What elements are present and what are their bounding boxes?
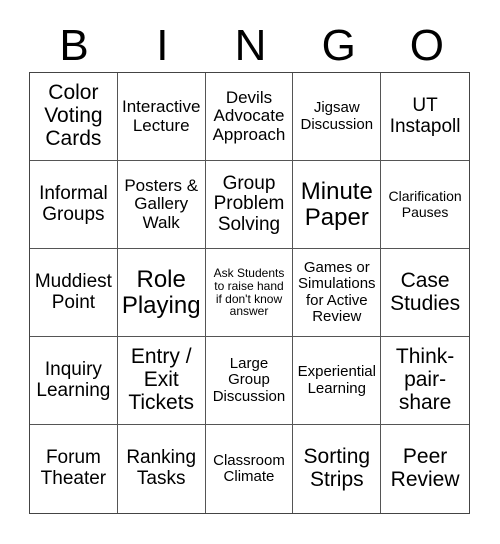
bingo-cell-text: Ask Students to raise hand if don't know… <box>213 265 285 319</box>
header-letter-g: G <box>321 21 356 70</box>
bingo-cell-text: Games or Simulations for Active Review <box>298 259 376 325</box>
bingo-cell-text: Forum Theater <box>40 447 107 489</box>
bingo-cell-text: Role Playing <box>121 265 201 319</box>
bingo-cell-text: UT Instapoll <box>389 94 461 137</box>
bingo-cell[interactable]: Forum Theater <box>30 425 118 513</box>
bingo-cell[interactable]: Devils Advocate Approach <box>205 73 294 161</box>
bingo-cell-text: Experiential Learning <box>297 363 376 397</box>
bingo-cell[interactable]: Ask Students to raise hand if don't know… <box>205 249 294 337</box>
bingo-cell[interactable]: Games or Simulations for Active Review <box>293 249 382 337</box>
bingo-cell[interactable]: Case Studies <box>381 249 469 337</box>
bingo-cell-text: Inquiry Learning <box>36 358 111 401</box>
bingo-card-grid: Color Voting Cards Interactive Lecture Dev… <box>29 72 470 514</box>
bingo-cell[interactable]: Think- pair- share <box>381 337 469 425</box>
bingo-cell[interactable]: Interactive Lecture <box>117 73 206 161</box>
bingo-cell[interactable]: Informal Groups <box>30 161 118 249</box>
bingo-cell[interactable]: Color Voting Cards <box>30 73 118 161</box>
bingo-cell-text: Classroom Climate <box>213 451 285 485</box>
bingo-cell[interactable]: Posters & Gallery Walk <box>117 161 206 249</box>
bingo-cell-text: Think- pair- share <box>395 345 455 414</box>
bingo-cell[interactable]: Classroom Climate <box>206 425 294 513</box>
bingo-cell[interactable]: Peer Review <box>381 425 469 513</box>
bingo-cell[interactable]: UT Instapoll <box>381 73 469 161</box>
bingo-cell-text: Minute Paper <box>300 177 373 231</box>
bingo-cell-text: Muddiest Point <box>34 270 112 313</box>
bingo-cell-text: Color Voting Cards <box>44 81 103 150</box>
bingo-cell-text: Jigsaw Discussion <box>300 99 374 133</box>
bingo-header: B I N G O <box>30 20 471 72</box>
bingo-cell-text: Interactive Lecture <box>121 97 201 135</box>
bingo-cell[interactable]: Experiential Learning <box>293 337 382 425</box>
bingo-cell[interactable]: Sorting Strips <box>293 425 382 513</box>
header-letter-o: O <box>409 21 445 70</box>
bingo-cell-text: Sorting Strips <box>303 445 371 491</box>
header-letter-i: I <box>156 21 169 70</box>
bingo-cell[interactable]: Role Playing <box>117 249 206 337</box>
bingo-cell-text: Peer Review <box>390 445 460 491</box>
bingo-cell[interactable]: Entry / Exit Tickets <box>117 337 206 425</box>
bingo-cell[interactable]: Clarification Pauses <box>381 161 469 249</box>
bingo-cell-text: Group Problem Solving <box>213 172 285 235</box>
bingo-cell-text: Entry / Exit Tickets <box>128 345 195 414</box>
bingo-cell-text: Case Studies <box>390 268 461 315</box>
bingo-cell-text: Large Group Discussion <box>212 355 286 405</box>
bingo-cell-text: Informal Groups <box>39 182 108 225</box>
bingo-cell-text: Clarification Pauses <box>388 188 462 220</box>
bingo-cell[interactable]: Ranking Tasks <box>118 425 206 513</box>
bingo-cell[interactable]: Jigsaw Discussion <box>293 73 382 161</box>
bingo-cell[interactable]: Group Problem Solving <box>205 161 294 249</box>
bingo-cell[interactable]: Inquiry Learning <box>30 337 118 425</box>
header-letter-n: N <box>234 21 267 70</box>
bingo-cell-text: Devils Advocate Approach <box>212 87 286 144</box>
bingo-cell[interactable]: Minute Paper <box>293 161 382 249</box>
header-letter-b: B <box>59 21 89 70</box>
bingo-cell[interactable]: Muddiest Point <box>30 249 118 337</box>
bingo-cell-text: Ranking Tasks <box>126 447 197 489</box>
bingo-cell-text: Posters & Gallery Walk <box>124 175 199 232</box>
bingo-cell[interactable]: Large Group Discussion <box>205 337 294 425</box>
